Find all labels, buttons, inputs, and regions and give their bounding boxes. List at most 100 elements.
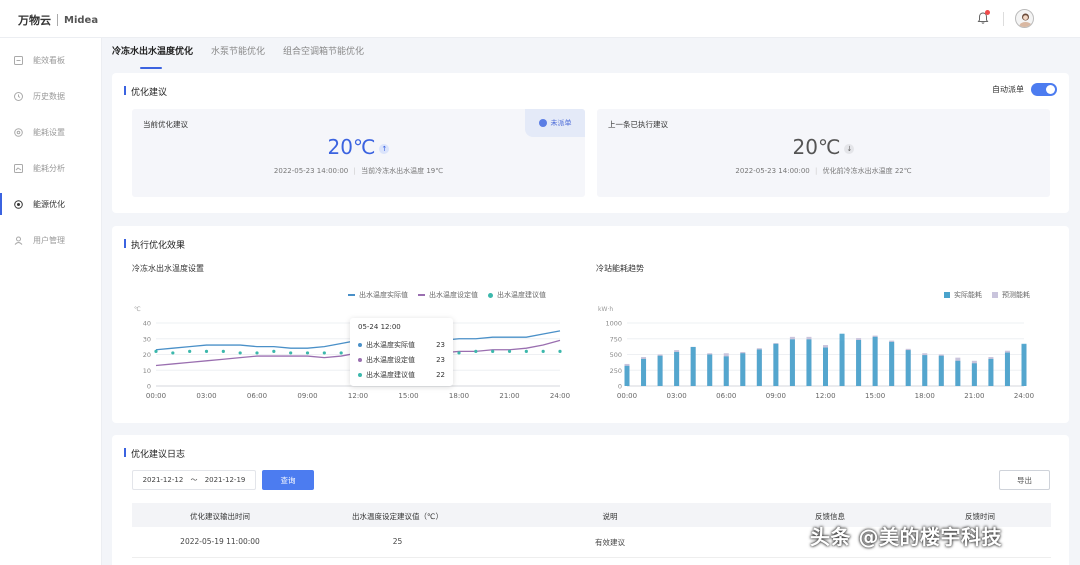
date-range-picker[interactable]: 2021-12-12 ～ 2021-12-19 <box>132 470 256 490</box>
auto-dispatch: 自动派单 <box>992 83 1057 96</box>
sidebar-item-label: 历史数据 <box>33 91 65 101</box>
y-tick-label: 250 <box>610 367 622 375</box>
x-tick-label: 00:00 <box>146 392 166 400</box>
tooltip-label: 出水温度实际值 <box>366 340 415 349</box>
x-tick-label: 15:00 <box>398 392 418 400</box>
bar-actual <box>723 356 729 386</box>
current-suggestion-note: 当前冷冻水出水温度 19℃ <box>361 167 444 175</box>
x-tick-label: 18:00 <box>449 392 469 400</box>
sidebar-item-analysis[interactable]: 能耗分析 <box>0 157 102 179</box>
legend-dot-icon <box>488 292 493 298</box>
bar-actual <box>789 339 795 386</box>
tab-pump-energy[interactable]: 水泵节能优化 <box>211 44 265 66</box>
bar-actual <box>1021 343 1027 386</box>
tooltip-row: 出水温度建议值 22 <box>358 367 445 382</box>
bar-actual <box>955 360 961 386</box>
history-icon <box>14 91 23 101</box>
sidebar: 能效看板 历史数据 能耗设置 能耗分析 能源优化 用户管理 <box>0 38 102 565</box>
bar-actual <box>740 353 746 386</box>
suggestion-card: 优化建议 自动派单 当前优化建议 未派单 20℃ ↑ 2022-05-23 14:… <box>112 73 1069 213</box>
y-tick-label: 10 <box>143 367 151 375</box>
tooltip-time: 05-24 12:00 <box>358 323 401 331</box>
suggest-point <box>171 351 175 355</box>
legend-energy-actual[interactable]: 实际能耗 <box>944 290 982 300</box>
suggest-point <box>339 351 343 355</box>
suggest-point <box>305 351 310 355</box>
y-tick-label: 500 <box>610 351 622 359</box>
bar-actual <box>624 365 630 386</box>
sidebar-item-label: 能效看板 <box>33 55 65 65</box>
bar-actual <box>707 354 713 386</box>
suggest-point <box>221 349 225 353</box>
suggest-point <box>541 349 545 353</box>
x-tick-label: 15:00 <box>865 392 885 400</box>
arrow-down-icon: ↓ <box>844 143 855 154</box>
bar-actual <box>806 339 812 386</box>
last-temp-value: 20℃ <box>792 135 841 159</box>
legend-actual[interactable]: 出水温度实际值 <box>348 290 408 300</box>
tooltip-value: 23 <box>436 355 445 364</box>
x-tick-label: 21:00 <box>499 392 519 400</box>
sidebar-item-optimize[interactable]: 能源优化 <box>0 193 102 215</box>
legend-setpoint[interactable]: 出水温度设定值 <box>418 290 478 300</box>
logo[interactable]: 万物云 Midea <box>18 12 98 28</box>
legend-energy-pred[interactable]: 预测能耗 <box>992 290 1030 300</box>
avatar[interactable] <box>1015 9 1034 28</box>
bar-actual <box>690 346 696 386</box>
query-button[interactable]: 查询 <box>262 470 314 490</box>
y-tick-label: 1000 <box>605 320 622 328</box>
last-suggestion-panel: 上一条已执行建议 20℃ ↓ 2022-05-23 14:00:00 | 优化前冷… <box>597 109 1050 197</box>
date-separator: ～ <box>190 476 198 484</box>
date-from[interactable]: 2021-12-12 <box>143 476 184 484</box>
table-cell: 2022-05-19 11:00:00 <box>180 537 260 546</box>
bar-actual <box>856 340 862 386</box>
sidebar-item-users[interactable]: 用户管理 <box>0 229 102 251</box>
last-suggestion-value: 20℃ ↓ <box>597 135 1050 159</box>
x-tick-label: 03:00 <box>196 392 216 400</box>
bar-actual <box>922 355 928 386</box>
tab-ahu-energy[interactable]: 组合空调箱节能优化 <box>283 44 364 66</box>
legend-suggest[interactable]: 出水温度建议值 <box>488 290 546 300</box>
suggest-point <box>255 351 259 355</box>
x-tick-label: 12:00 <box>815 392 835 400</box>
sidebar-item-label: 用户管理 <box>33 235 65 245</box>
export-button[interactable]: 导出 <box>999 470 1050 490</box>
sidebar-item-history[interactable]: 历史数据 <box>0 85 102 107</box>
bar-actual <box>872 336 878 386</box>
notification-dot <box>985 10 990 15</box>
bar-actual <box>756 349 762 386</box>
x-tick-label: 09:00 <box>766 392 786 400</box>
bar-actual <box>889 341 895 386</box>
current-suggestion-title: 当前优化建议 <box>143 120 188 129</box>
top-bar: 万物云 Midea <box>0 0 1080 38</box>
suggest-point <box>272 349 276 353</box>
y-tick-label: 40 <box>143 320 151 328</box>
dispatch-status-badge[interactable]: 未派单 <box>525 109 585 137</box>
suggestion-title: 优化建议 <box>124 85 167 98</box>
sidebar-item-settings[interactable]: 能耗设置 <box>0 121 102 143</box>
tooltip-label: 出水温度设定值 <box>366 355 415 364</box>
chart-tooltip: 05-24 12:00 出水温度实际值 23 出水温度设定值 23 出水温度建议值 2… <box>350 318 453 386</box>
suggest-point <box>474 349 478 353</box>
tooltip-value: 22 <box>436 370 445 379</box>
suggest-point <box>322 351 326 355</box>
auto-dispatch-toggle[interactable] <box>1031 83 1057 96</box>
tab-chilled-water-temp[interactable]: 冷冻水出水温度优化 <box>112 44 193 69</box>
current-temp-value: 20℃ <box>327 135 376 159</box>
temp-chart-title: 冷冻水出水温度设置 <box>132 264 204 273</box>
x-tick-label: 03:00 <box>667 392 687 400</box>
status-dot-icon <box>538 119 547 127</box>
y-tick-label: 30 <box>143 335 151 343</box>
column-header: 说明 <box>602 512 618 521</box>
date-to[interactable]: 2021-12-19 <box>205 476 246 484</box>
x-tick-label: 24:00 <box>550 392 570 400</box>
y-tick-label: 0 <box>618 383 622 391</box>
legend-label: 出水温度设定值 <box>429 291 478 299</box>
bar-actual <box>641 358 647 386</box>
y-tick-label: 750 <box>610 335 622 343</box>
y-tick-label: 0 <box>147 383 151 391</box>
optimize-icon <box>14 199 23 209</box>
sidebar-item-dashboard[interactable]: 能效看板 <box>0 49 102 71</box>
suggest-point <box>154 349 158 353</box>
column-header: 出水温度设定建议值（℃） <box>352 512 443 521</box>
